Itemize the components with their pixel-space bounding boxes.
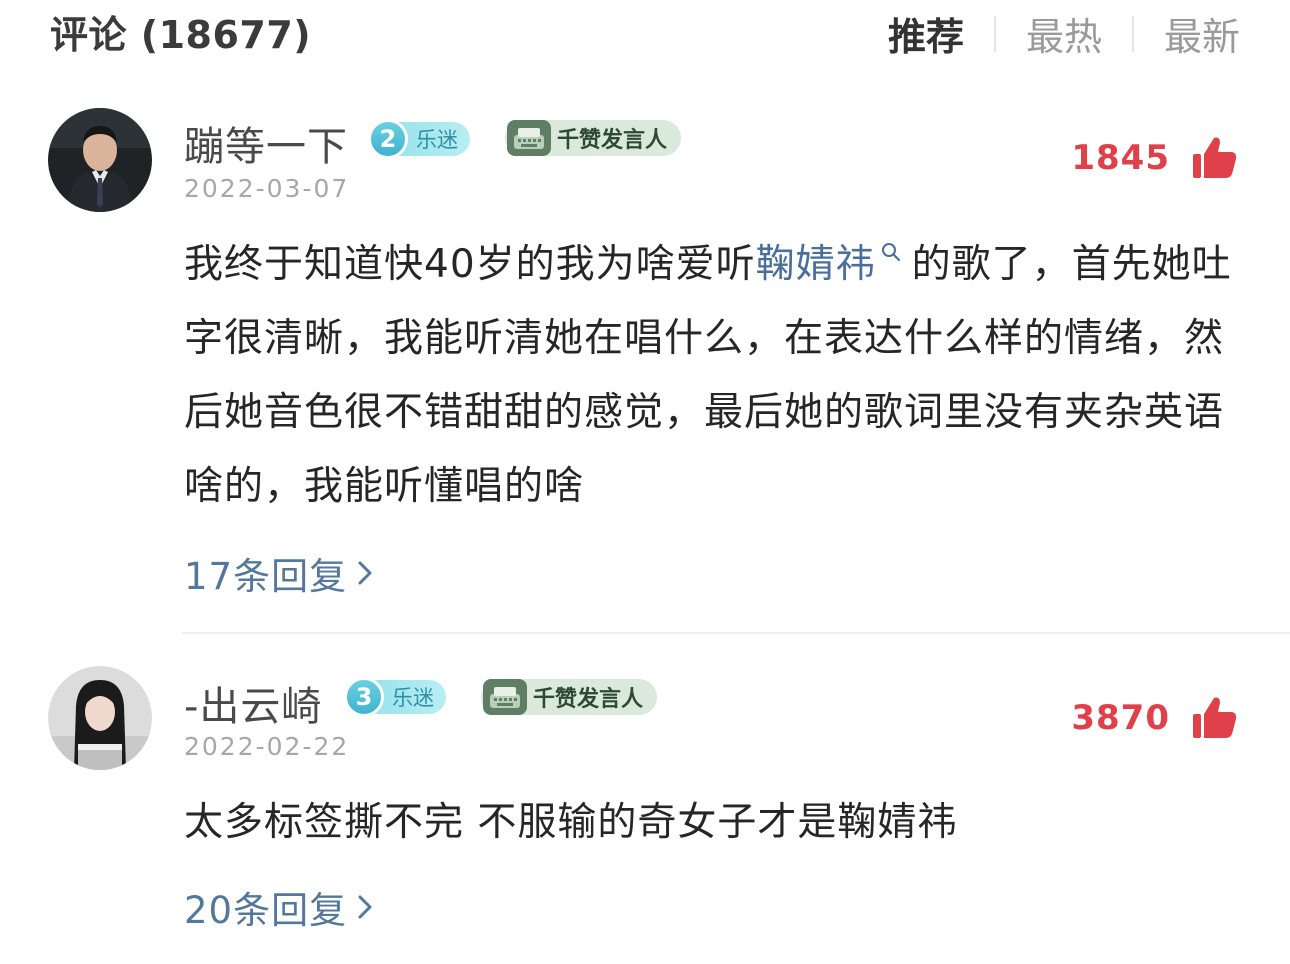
typewriter-icon	[507, 120, 551, 156]
chevron-right-icon	[358, 561, 372, 585]
tab-newest[interactable]: 最新	[1164, 6, 1240, 61]
replies-label: 20条回复	[184, 889, 348, 932]
avatar-image	[48, 666, 152, 770]
username[interactable]: -出云崎	[184, 674, 322, 732]
sort-tabs: 推荐 最热 最新	[888, 6, 1240, 61]
level-badge[interactable]: 3 乐迷	[344, 677, 446, 717]
tab-divider	[993, 15, 996, 52]
view-replies-link[interactable]: 20条回复	[184, 880, 375, 934]
honor-badge[interactable]: 千赞发言人	[505, 120, 682, 156]
comments-header: 评论 (18677) 推荐 最热 最新	[0, 0, 1290, 62]
tab-recommended[interactable]: 推荐	[888, 6, 964, 61]
comment-divider	[182, 632, 1290, 634]
honor-label: 千赞发言人	[533, 686, 644, 712]
username[interactable]: 蹦等一下	[184, 114, 348, 172]
tab-hottest[interactable]: 最热	[1026, 6, 1102, 61]
comment-date: 2022-02-22	[184, 732, 350, 761]
view-replies-link[interactable]: 17条回复	[184, 546, 375, 600]
honor-label: 千赞发言人	[557, 127, 668, 153]
chevron-right-icon	[358, 895, 372, 919]
level-number: 3	[344, 677, 384, 717]
level-number: 2	[368, 119, 408, 159]
level-label: 乐迷	[416, 128, 458, 152]
tab-divider	[1131, 15, 1134, 52]
thumbs-up-icon	[1193, 697, 1237, 738]
search-icon	[881, 243, 900, 262]
comment-date: 2022-03-07	[184, 174, 350, 203]
like-button[interactable]: 3870	[1071, 694, 1238, 742]
avatar[interactable]	[48, 666, 152, 770]
comment-text: 我终于知道快40岁的我为啥爱听鞠婧祎 的歌了，首先她吐字很清晰，我能听清她在唱什么…	[184, 228, 1244, 524]
mention-link[interactable]: 鞠婧祎	[756, 242, 876, 287]
level-badge[interactable]: 2 乐迷	[368, 119, 470, 159]
level-label: 乐迷	[392, 686, 434, 710]
comments-title: 评论 (18677)	[50, 13, 312, 57]
typewriter-icon	[483, 679, 527, 715]
replies-label: 17条回复	[184, 555, 348, 598]
comment-text-part: 我终于知道快40岁的我为啥爱听	[184, 242, 756, 287]
like-count: 1845	[1071, 138, 1170, 178]
thumbs-up-icon	[1193, 137, 1237, 178]
like-button[interactable]: 1845	[1071, 134, 1238, 182]
comment-text: 太多标签撕不完 不服输的奇女子才是鞠婧祎	[184, 800, 958, 845]
honor-badge[interactable]: 千赞发言人	[481, 679, 658, 715]
avatar[interactable]	[48, 108, 152, 212]
avatar-image	[48, 108, 152, 212]
like-count: 3870	[1071, 698, 1170, 738]
